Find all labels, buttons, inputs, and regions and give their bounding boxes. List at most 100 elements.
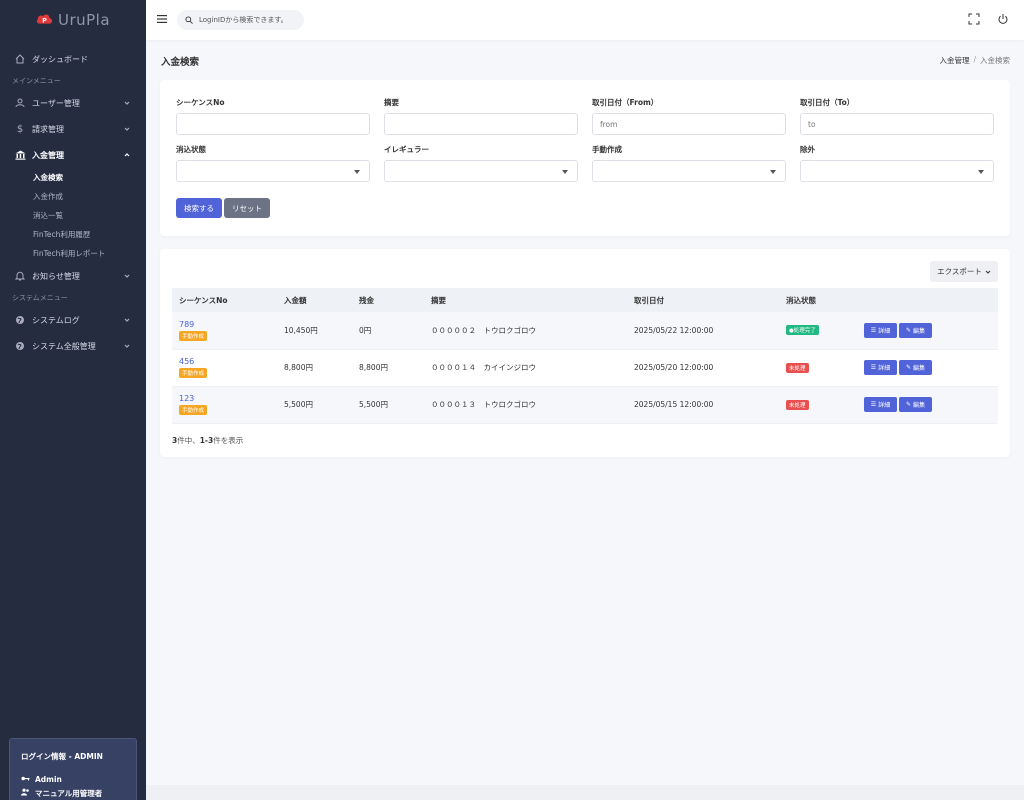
irregular-select[interactable]: [384, 160, 578, 182]
sidebar-subitem-payment-create[interactable]: 入金作成: [0, 187, 146, 206]
cell-summary: ００００１４ カイインジロウ: [424, 349, 627, 387]
summary-input[interactable]: [384, 113, 578, 135]
exclude-select[interactable]: [800, 160, 994, 182]
bell-icon: [14, 270, 26, 282]
key-icon: [21, 775, 30, 784]
sidebar-item-label: システムログ: [32, 315, 80, 325]
power-icon[interactable]: [997, 13, 1009, 25]
field-exclude: 除外: [800, 144, 994, 182]
cell-status: 未処理: [779, 386, 857, 424]
cell-date: 2025/05/20 12:00:00: [627, 349, 779, 387]
breadcrumb-parent[interactable]: 入金管理: [939, 55, 969, 66]
edit-label: 編集: [913, 365, 926, 372]
cell-amount: 10,450円: [277, 312, 352, 350]
export-label: エクスポート: [937, 267, 982, 276]
reset-button[interactable]: リセット: [224, 198, 270, 218]
globe-icon: [14, 314, 26, 326]
sidebar-section-system: システムメニュー: [12, 294, 68, 302]
column-header[interactable]: 摘要: [424, 288, 627, 312]
fullscreen-icon[interactable]: [968, 13, 980, 25]
login-info-panel: ログイン情報 - ADMIN Admin マニュアル用管理者: [9, 738, 137, 800]
field-label: 除外: [800, 145, 815, 154]
date-to-input[interactable]: to: [800, 113, 994, 135]
detail-button[interactable]: ☰ 詳細: [864, 322, 897, 338]
search-placeholder: LoginIDから検索できます。: [199, 16, 288, 24]
export-button[interactable]: エクスポート: [930, 261, 998, 282]
caret-down-icon: [562, 170, 568, 174]
edit-button[interactable]: ✎ 編集: [899, 397, 932, 412]
column-header[interactable]: シーケンスNo: [172, 288, 277, 312]
topbar: LoginIDから検索できます。: [146, 0, 1024, 40]
column-header[interactable]: 入金額: [277, 288, 352, 312]
sidebar-item-dashboard[interactable]: ダッシュボード: [0, 46, 146, 72]
sequence-link[interactable]: 123: [179, 394, 277, 403]
brand-name: UruPla: [57, 11, 111, 29]
sidebar-item-notices[interactable]: お知らせ管理: [0, 263, 146, 289]
bank-icon: [14, 149, 26, 161]
search-input[interactable]: LoginIDから検索できます。: [177, 10, 304, 30]
pencil-icon: ✎: [905, 401, 911, 408]
hamburger-icon[interactable]: [157, 14, 167, 24]
sidebar-section-main: メインメニュー: [12, 77, 61, 85]
cell-status: 未処理: [779, 349, 857, 387]
column-header[interactable]: 取引日付: [627, 288, 779, 312]
sidebar-item-payments[interactable]: 入金管理: [0, 142, 146, 168]
cell-actions: ☰ 詳細 ✎ 編集: [857, 386, 998, 424]
sequence-link[interactable]: 789: [179, 320, 277, 329]
table-row: 789 手動作成 10,450円 0円 ０００００２ トウロクゴロウ 2025/…: [172, 312, 998, 350]
search-button[interactable]: 検索する: [176, 198, 222, 218]
results-card: エクスポート シーケンスNo 入金額 残金 摘要 取引日付 消込状態 789 手…: [160, 249, 1010, 457]
cell-amount: 8,800円: [277, 349, 352, 387]
sidebar-subitem-reconcile-list[interactable]: 消込一覧: [0, 206, 146, 225]
user-icon: [14, 97, 26, 109]
cell-actions: ☰ 詳細 ✎ 編集: [857, 349, 998, 387]
sequence-link[interactable]: 456: [179, 357, 277, 366]
cell-date: 2025/05/22 12:00:00: [627, 312, 779, 350]
column-header[interactable]: 消込状態: [779, 288, 857, 312]
column-header[interactable]: 残金: [352, 288, 424, 312]
caret-down-icon: [354, 170, 360, 174]
status-badge: ●処理完了: [786, 325, 819, 336]
sequence-no-input[interactable]: [176, 113, 370, 135]
field-label: シーケンスNo: [176, 98, 225, 107]
detail-button[interactable]: ☰ 詳細: [864, 360, 897, 375]
breadcrumb: 入金管理 / 入金検索: [939, 55, 1010, 66]
manual-select[interactable]: [592, 160, 786, 182]
edit-label: 編集: [913, 402, 926, 409]
logo-icon: P: [36, 14, 52, 25]
caret-down-icon: [978, 170, 984, 174]
edit-button[interactable]: ✎ 編集: [899, 322, 932, 338]
filter-card: シーケンスNo 摘要 取引日付（From） from 取引日付（To） to 消…: [160, 80, 1010, 236]
cell-sequence: 456 手動作成: [172, 349, 277, 387]
field-label: 摘要: [384, 98, 399, 107]
sidebar-subitem-payment-search[interactable]: 入金検索: [0, 168, 146, 187]
footer-strip: [146, 785, 1024, 800]
globe-icon: [14, 340, 26, 352]
cell-summary: ００００１３ トウロクゴロウ: [424, 386, 627, 424]
edit-button[interactable]: ✎ 編集: [899, 360, 932, 375]
cell-balance: 5,500円: [352, 386, 424, 424]
results-table: シーケンスNo 入金額 残金 摘要 取引日付 消込状態 789 手動作成 10,…: [172, 288, 998, 424]
count-mid: 件中、: [177, 436, 200, 445]
breadcrumb-separator: /: [973, 55, 976, 64]
list-icon: ☰: [870, 401, 877, 408]
field-reconcile-status: 消込状態: [176, 144, 370, 182]
reconcile-status-select[interactable]: [176, 160, 370, 182]
logo[interactable]: P UruPla: [0, 0, 146, 40]
detail-button[interactable]: ☰ 詳細: [864, 397, 897, 412]
sidebar-subitem-fintech-history[interactable]: FinTech利用履歴: [0, 225, 146, 244]
login-info-title: ログイン情報 - ADMIN: [21, 752, 103, 761]
sidebar-item-billing[interactable]: $ 請求管理: [0, 116, 146, 142]
dollar-icon: $: [16, 123, 24, 135]
sidebar-item-users[interactable]: ユーザー管理: [0, 90, 146, 116]
count-range: 1-3: [199, 436, 214, 445]
sidebar-item-system-general[interactable]: システム全般管理: [0, 333, 146, 359]
field-manual: 手動作成: [592, 144, 786, 182]
date-from-input[interactable]: from: [592, 113, 786, 135]
chevron-up-icon: [124, 153, 130, 157]
sidebar-subitem-fintech-report[interactable]: FinTech利用レポート: [0, 244, 146, 263]
field-label: 取引日付（To）: [800, 98, 855, 107]
chevron-down-icon: [985, 270, 991, 274]
sidebar-item-label: お知らせ管理: [32, 271, 80, 281]
sidebar-item-system-log[interactable]: システムログ: [0, 307, 146, 333]
